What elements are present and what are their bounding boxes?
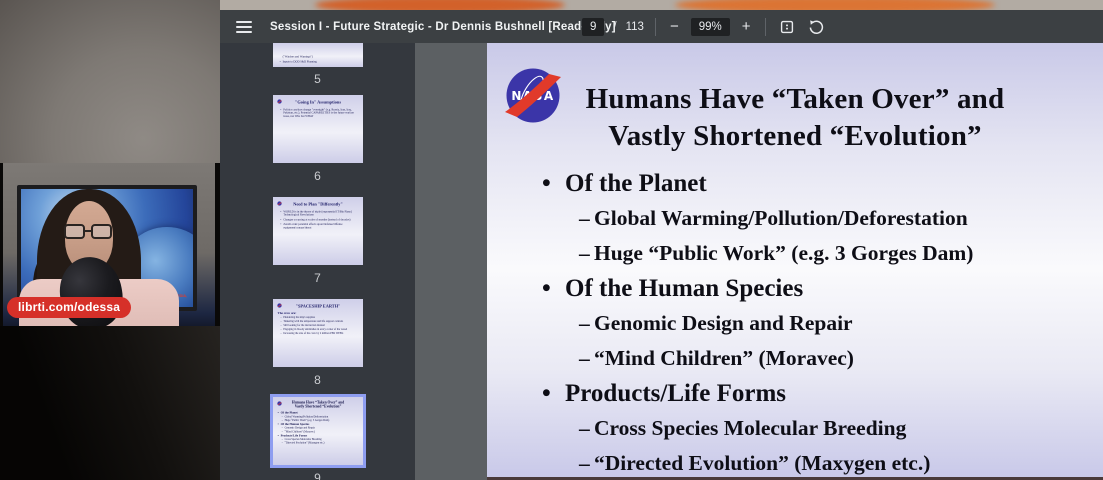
background-orange-shape bbox=[675, 0, 995, 10]
thumbnail-page-7[interactable]: Need to Plan "Differently" • WORLD is in … bbox=[272, 197, 363, 265]
thumb-text: Tinkering with the temperature and life … bbox=[282, 319, 343, 323]
screen: librti SOCIAL MEDIA, That Matters l bbox=[0, 0, 1103, 480]
pdf-viewer-window: Session I - Future Strategic - Dr Dennis… bbox=[220, 10, 1103, 480]
thumb-title: Need to Plan "Differently" bbox=[292, 201, 343, 207]
thumb-text: Inputs to DOD S&D Planning bbox=[282, 59, 317, 64]
dark-foreground bbox=[0, 326, 220, 480]
fit-to-page-icon[interactable] bbox=[777, 17, 797, 37]
pdf-toolbar: Session I - Future Strategic - Dr Dennis… bbox=[220, 10, 1103, 43]
menu-icon[interactable] bbox=[236, 20, 252, 33]
bullet-item: – Cross Species Molecular Breeding bbox=[579, 416, 907, 440]
bullet-item: – Huge “Public Work” (e.g. 3 Gorges Dam) bbox=[579, 241, 974, 265]
thumb-text: Still looking for the instruction manual bbox=[282, 323, 325, 327]
toolbar-controls: 9 / 113 − 99% + bbox=[582, 10, 826, 43]
slide-page-9: NASA Humans Have “Taken Over” and Vastly… bbox=[487, 43, 1103, 477]
thumb-text: Changes occurring at scales of months (i… bbox=[282, 217, 350, 222]
thumbnail-page-6[interactable]: "Going In" Assumptions • Politics can/doe… bbox=[272, 95, 363, 163]
slide-title-line2: Vastly Shortened “Evolution” bbox=[608, 120, 982, 152]
bullet-item: – Global Warming/Pollution/Deforestation bbox=[579, 206, 968, 230]
thumb-subtitle: The crew are: bbox=[277, 311, 296, 316]
thumbnail-page-5[interactable]: ("Watches and Warnings") • Inputs to DOD … bbox=[272, 43, 363, 67]
thumb-text: WORLD is in the throes of triple (expone… bbox=[282, 209, 352, 217]
thumb-title: "SPACESHIP EARTH" bbox=[295, 303, 340, 309]
nasa-logo-mini bbox=[276, 303, 282, 308]
slide-title-line1: Humans Have “Taken Over” and bbox=[585, 83, 1005, 115]
bullet-item: – Genomic Design and Repair bbox=[579, 311, 853, 335]
slide-title: Humans Have “Taken Over” and Vastly Shor… bbox=[487, 81, 1103, 155]
page-divider: / bbox=[613, 20, 617, 33]
bullet-item: – “Directed Evolution” (Maxygen etc.) bbox=[579, 451, 931, 475]
page-total: 113 bbox=[625, 20, 644, 33]
thumbnail-page-9-selected[interactable]: Humans Have “Taken Over” and Vastly Shor… bbox=[269, 394, 366, 468]
presenter-video-panel: librti SOCIAL MEDIA, That Matters l bbox=[0, 0, 220, 480]
thumbnail-number: 5 bbox=[314, 72, 321, 86]
page-number-input[interactable]: 9 bbox=[582, 17, 605, 36]
nasa-logo-mini bbox=[276, 401, 282, 406]
thumb-text: Zeroth order potential effects upon Defe… bbox=[282, 222, 342, 230]
thumb-text: Increasing the size of the crew by 2 mil… bbox=[282, 331, 343, 335]
toolbar-separator bbox=[764, 17, 766, 36]
thumb-text: ("Watches and Warnings") bbox=[282, 55, 313, 59]
thumbnail-sidebar: ("Watches and Warnings") • Inputs to DOD … bbox=[220, 43, 415, 480]
thumbnail-number: 8 bbox=[314, 373, 321, 387]
bullet-item: • Of the Planet bbox=[542, 169, 707, 197]
nasa-logo-mini bbox=[276, 201, 282, 206]
presenter-glasses bbox=[64, 223, 114, 239]
viewer-body: ("Watches and Warnings") • Inputs to DOD … bbox=[220, 43, 1103, 480]
thumbnail-number: 7 bbox=[314, 271, 321, 285]
nasa-logo-mini bbox=[276, 99, 282, 104]
thumbnail-page-8[interactable]: "SPACESHIP EARTH" The crew are: – Plunder… bbox=[272, 299, 363, 367]
zoom-in-button[interactable]: + bbox=[739, 19, 754, 34]
thumbnail-number: 9 bbox=[314, 471, 321, 480]
bullet-item: • Products/Life Forms bbox=[542, 379, 787, 407]
thumb-text: Engaging in bloody skirmishes in every c… bbox=[282, 327, 347, 331]
document-title: Session I - Future Strategic - Dr Dennis… bbox=[270, 20, 616, 33]
bullet-item: – “Mind Children” (Moravec) bbox=[579, 346, 854, 370]
thumb-text: Plundering the ship's supplies bbox=[282, 315, 315, 319]
zoom-level-input[interactable]: 99% bbox=[690, 17, 730, 36]
background-orange-shape bbox=[315, 0, 565, 10]
rotate-icon[interactable] bbox=[806, 17, 826, 37]
presenter-webcam: librti SOCIAL MEDIA, That Matters l bbox=[3, 163, 215, 326]
slide-bullets: • Of the Planet – Global Warming/Pollution… bbox=[487, 166, 1103, 480]
toolbar-separator bbox=[654, 17, 656, 36]
room-wall-background bbox=[0, 0, 220, 163]
zoom-out-button[interactable]: − bbox=[667, 19, 682, 34]
stream-url-badge: librti.com/odessa bbox=[7, 297, 132, 318]
thumb-text: Politics can/does change "overnight" (e.… bbox=[282, 107, 354, 118]
document-scroll-area[interactable]: NASA Humans Have “Taken Over” and Vastly… bbox=[415, 43, 1103, 480]
desktop-background-strip bbox=[220, 0, 1103, 10]
thumb-text: “Directed Evolution” (Maxygen etc.) bbox=[284, 441, 324, 445]
thumb-title: "Going In" Assumptions bbox=[294, 99, 341, 105]
bullet-item: • Of the Human Species bbox=[542, 274, 804, 302]
thumbnail-number: 6 bbox=[314, 169, 321, 183]
